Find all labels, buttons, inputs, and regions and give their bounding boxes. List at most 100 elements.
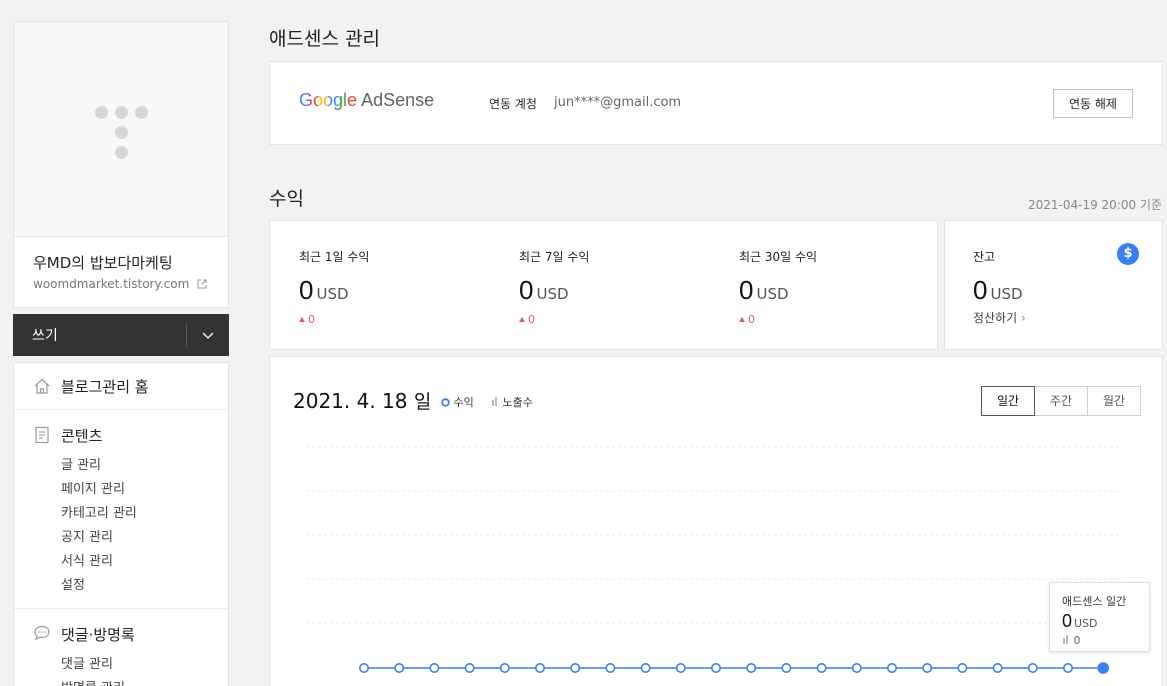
- revenue-data-point[interactable]: [499, 662, 510, 673]
- revenue-data-point[interactable]: [922, 662, 933, 673]
- sidebar-menu: 블로그관리 홈 콘텐츠 글 관리 페이지 관리 카테고리 관리 공지 관리 서식…: [13, 362, 229, 686]
- revenue-data-point[interactable]: [429, 662, 440, 673]
- tooltip-value: 0 USD: [1062, 611, 1098, 632]
- stat-change: 0: [299, 313, 369, 326]
- speech-bubble-icon: [34, 625, 50, 641]
- blog-url-text: woomdmarket.tistory.com: [33, 277, 190, 291]
- revenue-data-point[interactable]: [464, 662, 475, 673]
- adsense-account-card: Google AdSense 연동 계정 jun****@gmail.com 연…: [269, 61, 1163, 145]
- sidebar-subitem[interactable]: 공지 관리: [61, 526, 113, 545]
- stat-change: 0: [519, 313, 589, 326]
- revenue-data-point[interactable]: [605, 662, 616, 673]
- chevron-right-icon: ›: [1021, 311, 1026, 325]
- tab-daily[interactable]: 일간: [981, 386, 1035, 416]
- revenue-data-point[interactable]: [957, 662, 968, 673]
- tooltip-unit: USD: [1074, 617, 1098, 630]
- stat-number: 0: [519, 275, 534, 305]
- revenue-title: 수익: [269, 188, 304, 210]
- home-icon: [34, 378, 50, 394]
- linked-account-value: jun****@gmail.com: [554, 95, 682, 110]
- tooltip-number: 0: [1062, 611, 1073, 631]
- revenue-data-point[interactable]: [1062, 662, 1073, 673]
- tooltip-title: 애드센스 일간: [1062, 595, 1127, 608]
- revenue-timestamp: 2021-04-19 20:00 기준: [1027, 198, 1162, 212]
- stat-30day: 최근 30일 수익 0 USD 0: [739, 248, 817, 326]
- stat-change: 0: [739, 313, 817, 326]
- stat-change-value: 0: [528, 313, 535, 326]
- google-adsense-logo: Google AdSense: [299, 90, 434, 111]
- revenue-data-point[interactable]: [851, 662, 862, 673]
- chevron-down-icon[interactable]: [199, 326, 217, 344]
- sidebar-subitem[interactable]: 서식 관리: [61, 550, 113, 569]
- tistory-logo-dot: [135, 106, 148, 119]
- revenue-data-point[interactable]: [886, 662, 897, 673]
- stat-label: 최근 7일 수익: [519, 250, 590, 264]
- sidebar-item-home[interactable]: 블로그관리 홈: [61, 376, 149, 397]
- revenue-data-point[interactable]: [710, 662, 721, 673]
- revenue-data-point[interactable]: [746, 662, 757, 673]
- revenue-data-point[interactable]: [1097, 662, 1110, 674]
- revenue-data-point[interactable]: [816, 662, 827, 673]
- blog-profile-card: 우MD의 밥보다마케팅 woomdmarket.tistory.com: [13, 21, 229, 308]
- stat-unit: USD: [316, 285, 349, 303]
- stat-value: 0 USD: [973, 275, 1023, 306]
- adsense-logo-text: AdSense: [361, 90, 435, 110]
- menu-divider: [14, 409, 228, 410]
- stat-number: 0: [299, 275, 314, 305]
- stat-change-value: 0: [748, 313, 755, 326]
- revenue-data-point[interactable]: [992, 662, 1003, 673]
- stat-unit: USD: [756, 285, 789, 303]
- sidebar-item-comments[interactable]: 댓글·방명록: [61, 624, 135, 645]
- tistory-logo-dot: [115, 106, 128, 119]
- revenue-data-point[interactable]: [781, 662, 792, 673]
- blog-thumbnail: [14, 22, 228, 237]
- stat-value: 0 USD: [519, 275, 589, 306]
- bar-legend-icon: [1063, 635, 1068, 644]
- tistory-logo-dot: [115, 126, 128, 139]
- stat-value: 0 USD: [299, 275, 369, 306]
- balance-card: 잔고 0 USD $ 정산하기 ›: [944, 220, 1163, 350]
- menu-divider: [14, 608, 228, 609]
- revenue-data-point[interactable]: [1027, 662, 1038, 673]
- sidebar-subitem[interactable]: 댓글 관리: [61, 653, 113, 672]
- triangle-up-icon: [299, 317, 305, 322]
- stat-unit: USD: [990, 285, 1023, 303]
- sidebar-item-contents[interactable]: 콘텐츠: [61, 425, 102, 446]
- triangle-up-icon: [519, 317, 525, 322]
- revenue-data-point[interactable]: [394, 662, 405, 673]
- adsense-management-page: 우MD의 밥보다마케팅 woomdmarket.tistory.com 쓰기 블…: [0, 0, 1167, 686]
- write-divider: [186, 323, 187, 347]
- chart-tooltip: 애드센스 일간 0 USD 0: [1049, 582, 1150, 652]
- revenue-data-point[interactable]: [534, 662, 545, 673]
- stat-change-value: 0: [308, 313, 315, 326]
- document-icon: [35, 426, 49, 444]
- google-logo-text: Google: [299, 90, 358, 110]
- settle-link[interactable]: 정산하기 ›: [973, 309, 1026, 326]
- sidebar-subitem[interactable]: 설정: [61, 574, 85, 593]
- sidebar-subitem[interactable]: 글 관리: [61, 454, 101, 473]
- page-title: 애드센스 관리: [269, 28, 380, 50]
- sidebar-subitem[interactable]: 페이지 관리: [61, 478, 125, 497]
- tooltip-impressions: 0: [1062, 634, 1081, 647]
- stat-unit: USD: [536, 285, 569, 303]
- blog-url-link[interactable]: woomdmarket.tistory.com: [33, 277, 207, 291]
- revenue-data-point[interactable]: [675, 662, 686, 673]
- chart-card: 2021. 4. 18 일 수익 노출수 일간 주간 월간: [269, 356, 1163, 686]
- stat-value: 0 USD: [739, 275, 817, 306]
- tooltip-impressions-value: 0: [1073, 634, 1081, 647]
- linked-account-label: 연동 계정: [489, 97, 537, 111]
- revenue-stats-card: 최근 1일 수익 0 USD 0 최근 7일 수익 0 USD 0 최근 30일 수…: [269, 220, 938, 350]
- revenue-data-point[interactable]: [570, 662, 581, 673]
- blog-name[interactable]: 우MD의 밥보다마케팅: [33, 252, 173, 273]
- tistory-logo-dot: [115, 146, 128, 159]
- stat-balance: 잔고 0 USD: [973, 248, 1023, 306]
- sidebar-subitem[interactable]: 방명록 관리: [61, 677, 125, 686]
- triangle-up-icon: [739, 317, 745, 322]
- revenue-data-point[interactable]: [359, 662, 370, 673]
- write-button[interactable]: 쓰기: [32, 325, 58, 345]
- revenue-data-point[interactable]: [640, 662, 651, 673]
- stat-number: 0: [973, 275, 988, 305]
- unlink-button[interactable]: 연동 해제: [1053, 89, 1133, 118]
- sidebar-subitem[interactable]: 카테고리 관리: [61, 502, 137, 521]
- settle-link-text: 정산하기: [973, 311, 1018, 325]
